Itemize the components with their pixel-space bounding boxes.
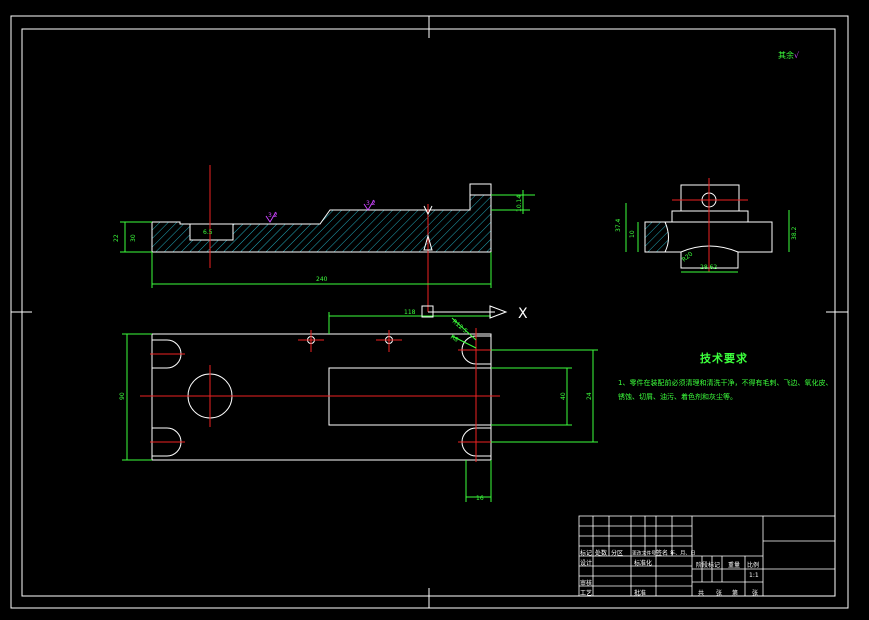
tech-requirements-title: 技术要求 (700, 352, 748, 365)
tb-sheets: 共 (698, 590, 705, 597)
plan-view[interactable] (122, 305, 598, 502)
tb-approve: 批准 (634, 590, 647, 597)
tb-weight: 重量 (728, 562, 741, 569)
tb-scale-value: 1:1 (749, 572, 759, 579)
plan-width-text: 90 (119, 392, 126, 400)
plan-outline (151, 333, 492, 461)
tb-sheet-no: 第 (732, 590, 739, 597)
plan-right-text: 24 (586, 392, 593, 400)
plan-bottom-text: 16 (476, 495, 484, 502)
tb-standard: 标准化 (634, 560, 653, 567)
rough-1-text: 3.2 (268, 212, 278, 219)
radius-note-1-text: R12.5 (451, 318, 469, 335)
tb-zone: 分区 (611, 550, 624, 557)
side-flange (671, 210, 749, 223)
tb-sign: 签名 (656, 550, 669, 557)
tb-stage: 阶段标记 (696, 562, 721, 569)
side-h1-text: 37.4 (615, 218, 622, 232)
tb-process: 工艺 (580, 590, 593, 597)
plan-offset-text: 118 (404, 309, 416, 316)
ucs-x-label: X (518, 306, 528, 322)
side-r-text: R20 (681, 250, 695, 263)
roughness-note: 其余√ (778, 50, 799, 61)
roughness-label: 其余 (778, 51, 794, 60)
dim-left-height-text: 22 (113, 234, 120, 242)
front-top-block (469, 183, 492, 196)
dim-overall-text: 240 (316, 276, 328, 283)
tb-change-doc: 更改文件号 (632, 550, 657, 557)
side-h2-text: 10 (629, 230, 636, 238)
tb-sheet: 张 (716, 590, 723, 597)
side-h3-text: 38.2 (791, 226, 798, 240)
cad-drawing-canvas[interactable]: 240 22 30 6.5 10.14 3.2 3.2 118 90 40 24… (0, 0, 869, 620)
tb-check: 审核 (580, 580, 593, 587)
tb-sheet-of: 张 (752, 590, 759, 597)
side-view[interactable] (625, 178, 790, 273)
side-w-text: 28.62 (700, 264, 717, 271)
tb-date: 年、月、日 (670, 550, 696, 557)
tech-requirements-body: 1、零件在装配前必须清理和清洗干净，不得有毛刺、飞边、氧化皮、锈蚀、切屑、油污、… (618, 379, 833, 401)
tb-mark: 标记 (580, 550, 593, 557)
dim-left-height2-text: 30 (130, 234, 137, 242)
front-view[interactable] (120, 165, 535, 312)
roughness-symbol: √ (794, 51, 800, 60)
dim-slot-text: 6.5 (203, 229, 213, 236)
tb-scale-label: 比例 (747, 562, 760, 569)
rough-2-text: 3.2 (366, 200, 376, 207)
side-section-hatch (644, 221, 669, 253)
tb-count: 处数 (595, 550, 608, 557)
dim-right-step-text: 10.14 (516, 195, 523, 212)
tb-design: 设计 (580, 560, 593, 567)
radius-note-2-text: R8 (449, 334, 460, 344)
plan-inner-text: 40 (560, 392, 567, 400)
